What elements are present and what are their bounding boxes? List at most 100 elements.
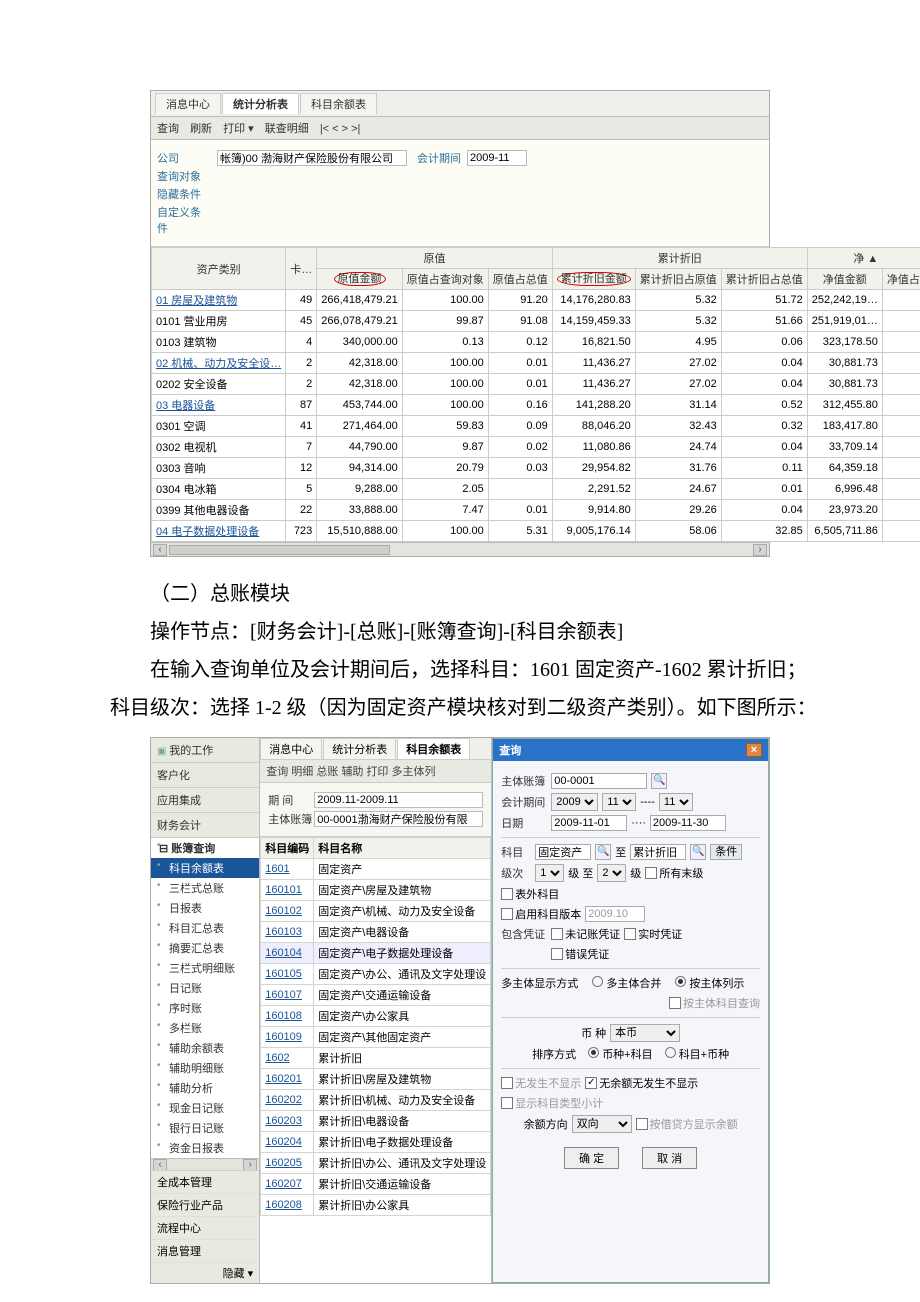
tree-root-ledger-query[interactable]: ⊟ 账簿查询 — [151, 838, 259, 858]
offbalance-checkbox[interactable] — [501, 888, 513, 900]
level-from-select[interactable]: 1 — [535, 864, 564, 882]
tree-node[interactable]: 银行日记账 — [151, 1118, 259, 1138]
th-depr-amount[interactable]: 累计折旧金额 — [552, 269, 635, 290]
cell-category[interactable]: 0304 电冰箱 — [152, 479, 286, 500]
search-icon[interactable]: 🔍 — [690, 844, 706, 860]
nav-app-integration[interactable]: 应用集成 — [151, 788, 259, 813]
nav-insurance-products[interactable]: 保险行业产品 — [151, 1194, 259, 1217]
print-button[interactable]: 打印 ▾ — [223, 123, 254, 135]
scroll-left-icon[interactable]: ‹ — [153, 544, 167, 556]
date-from-input[interactable] — [551, 815, 627, 831]
balance-direction-select[interactable]: 双向 — [572, 1115, 632, 1133]
scroll-thumb[interactable] — [169, 545, 390, 555]
tab-stats[interactable]: 统计分析表 — [222, 93, 299, 114]
table-row[interactable]: 160208累计折旧\办公家具 — [261, 1195, 491, 1216]
th-net-pct[interactable]: 净值占 — [882, 269, 920, 290]
query-button[interactable]: 查询 — [157, 123, 179, 135]
table-row[interactable]: 160108固定资产\办公家具 — [261, 1006, 491, 1027]
period-year-select[interactable]: 2009 — [551, 793, 598, 811]
cell-category[interactable]: 0103 建筑物 — [152, 332, 286, 353]
date-to-input[interactable] — [650, 815, 726, 831]
cell-code[interactable]: 160202 — [261, 1090, 314, 1111]
tree-node[interactable]: 序时账 — [151, 998, 259, 1018]
level-to-select[interactable]: 2 — [597, 864, 626, 882]
hide-nav-button[interactable]: 隐藏 ▾ — [151, 1263, 259, 1283]
horizontal-scrollbar[interactable]: ‹ › — [151, 542, 769, 556]
table-row[interactable]: 160103固定资产\电器设备 — [261, 922, 491, 943]
close-icon[interactable]: × — [746, 743, 762, 757]
cell-code[interactable]: 160101 — [261, 880, 314, 901]
th-depr-pct-orig[interactable]: 累计折旧占原值 — [635, 269, 721, 290]
sort-curr-subj-radio[interactable] — [588, 1047, 599, 1058]
cell-category[interactable]: 0303 音响 — [152, 458, 286, 479]
table-row[interactable]: 160205累计折旧\办公、通讯及文字处理设 — [261, 1153, 491, 1174]
period-input[interactable] — [314, 792, 483, 808]
cell-code[interactable]: 160102 — [261, 901, 314, 922]
tree-node[interactable]: 辅助分析 — [151, 1078, 259, 1098]
tree-node[interactable]: 资金日报表 — [151, 1138, 259, 1158]
cell-code[interactable]: 160107 — [261, 985, 314, 1006]
period-month1-select[interactable]: 11 — [602, 793, 636, 811]
ledger-input[interactable] — [314, 811, 483, 827]
table-row[interactable]: 160207累计折旧\交通运输设备 — [261, 1174, 491, 1195]
table-row[interactable]: 160107固定资产\交通运输设备 — [261, 985, 491, 1006]
ctab-subject-balance[interactable]: 科目余额表 — [397, 738, 470, 759]
cell-code[interactable]: 1601 — [261, 859, 314, 880]
tree-node[interactable]: 日记账 — [151, 978, 259, 998]
table-row[interactable]: 160109固定资产\其他固定资产 — [261, 1027, 491, 1048]
tree-node[interactable]: 三栏式总账 — [151, 878, 259, 898]
tab-subject-balance[interactable]: 科目余额表 — [300, 93, 377, 114]
tree-node[interactable]: 辅助余额表 — [151, 1038, 259, 1058]
ctab-msg[interactable]: 消息中心 — [260, 738, 322, 759]
no-balance-hide-checkbox[interactable]: ✓ — [585, 1077, 597, 1089]
currency-select[interactable]: 本币 — [610, 1024, 680, 1042]
nav-client[interactable]: 客户化 — [151, 763, 259, 788]
cancel-button[interactable]: 取 消 — [642, 1147, 697, 1169]
table-row[interactable]: 160203累计折旧\电器设备 — [261, 1111, 491, 1132]
table-row[interactable]: 160201累计折旧\房屋及建筑物 — [261, 1069, 491, 1090]
multi-merge-radio[interactable] — [592, 976, 603, 987]
nav-h-scroll[interactable]: ‹ › — [151, 1158, 259, 1170]
table-row[interactable]: 160104固定资产\电子数据处理设备 — [261, 943, 491, 964]
ctab-stats[interactable]: 统计分析表 — [323, 738, 396, 759]
th-code[interactable]: 科目编码 — [261, 838, 314, 859]
th-depr-pct-total[interactable]: 累计折旧占总值 — [721, 269, 807, 290]
custom-cond-label[interactable]: 自定义条件 — [157, 204, 217, 236]
scroll-right-icon[interactable]: › — [753, 544, 767, 556]
nav-my-work[interactable]: 我的工作 — [151, 738, 259, 763]
center-sub-toolbar[interactable]: 查询 明细 总账 辅助 打印 多主体列 — [260, 760, 491, 783]
cell-code[interactable]: 160201 — [261, 1069, 314, 1090]
table-row[interactable]: 160105固定资产\办公、通讯及文字处理设 — [261, 964, 491, 985]
nav-full-cost[interactable]: 全成本管理 — [151, 1171, 259, 1194]
table-row[interactable]: 160102固定资产\机械、动力及安全设备 — [261, 901, 491, 922]
cell-code[interactable]: 160105 — [261, 964, 314, 985]
table-row[interactable]: 160101固定资产\房屋及建筑物 — [261, 880, 491, 901]
nav-buttons[interactable]: |< < > >| — [320, 123, 361, 135]
show-type-subtotal-checkbox[interactable] — [501, 1097, 513, 1109]
cell-category[interactable]: 0202 安全设备 — [152, 374, 286, 395]
nav-message-mgmt[interactable]: 消息管理 — [151, 1240, 259, 1263]
no-activity-hide-checkbox[interactable] — [501, 1077, 513, 1089]
search-icon[interactable]: 🔍 — [595, 844, 611, 860]
version-input[interactable] — [585, 906, 645, 922]
nav-workflow[interactable]: 流程中心 — [151, 1217, 259, 1240]
sort-subj-curr-radio[interactable] — [665, 1047, 676, 1058]
tab-msg-center[interactable]: 消息中心 — [155, 93, 221, 114]
tree-node[interactable]: 三栏式明细账 — [151, 958, 259, 978]
cell-code[interactable]: 160103 — [261, 922, 314, 943]
cell-category[interactable]: 0301 空调 — [152, 416, 286, 437]
cell-code[interactable]: 160108 — [261, 1006, 314, 1027]
scroll-left-icon[interactable]: ‹ — [153, 1159, 167, 1171]
error-voucher-checkbox[interactable] — [551, 948, 563, 960]
ok-button[interactable]: 确 定 — [564, 1147, 619, 1169]
unposted-checkbox[interactable] — [551, 928, 563, 940]
th-name[interactable]: 科目名称 — [314, 838, 491, 859]
th-orig-pct-total[interactable]: 原值占总值 — [488, 269, 552, 290]
table-row[interactable]: 1602累计折旧 — [261, 1048, 491, 1069]
cell-code[interactable]: 160104 — [261, 943, 314, 964]
cell-code[interactable]: 160203 — [261, 1111, 314, 1132]
condition-button[interactable]: 条件 — [710, 844, 742, 860]
nav-financial-accounting[interactable]: 财务会计 — [151, 813, 259, 838]
cell-category[interactable]: 0399 其他电器设备 — [152, 500, 286, 521]
tree-node[interactable]: 多栏账 — [151, 1018, 259, 1038]
